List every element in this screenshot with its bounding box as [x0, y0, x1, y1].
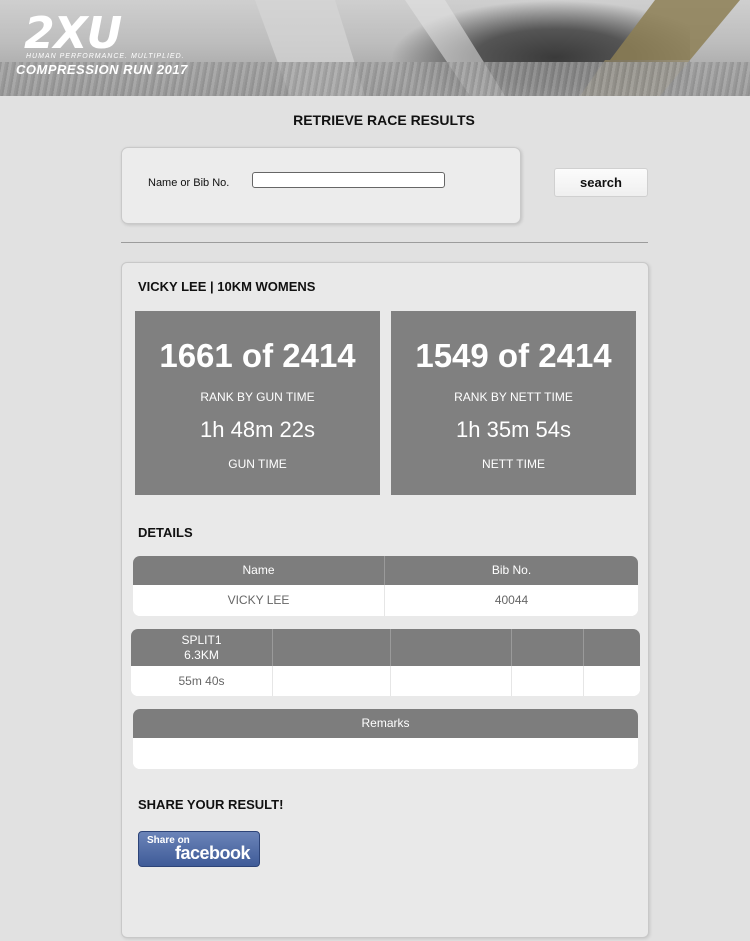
- split-header-empty: [273, 629, 391, 666]
- cell-name: VICKY LEE: [133, 585, 385, 616]
- divider: [121, 242, 648, 243]
- split-time-empty: [584, 666, 640, 696]
- share-heading: SHARE YOUR RESULT!: [138, 797, 284, 812]
- search-input[interactable]: [252, 172, 445, 188]
- split-distance: 6.3KM: [184, 648, 219, 662]
- nett-rank: 1549 of 2414: [415, 337, 612, 374]
- brand-logo[interactable]: 2XU: [24, 12, 122, 56]
- details-table: Name Bib No. VICKY LEE 40044: [133, 556, 638, 616]
- column-header-bib: Bib No.: [491, 563, 532, 577]
- split-name: SPLIT1: [181, 633, 222, 647]
- event-name: COMPRESSION RUN 2017: [16, 62, 188, 77]
- brand-tagline: HUMAN PERFORMANCE. MULTIPLIED.: [26, 53, 185, 60]
- gun-rank: 1661 of 2414: [159, 337, 356, 374]
- search-panel: Name or Bib No.: [121, 147, 521, 224]
- table-row: VICKY LEE 40044: [133, 585, 638, 616]
- search-label: Name or Bib No.: [148, 177, 230, 189]
- split-header-empty: [512, 629, 584, 666]
- search-button[interactable]: search: [554, 168, 648, 197]
- gun-time-box: 1661 of 2414 RANK BY GUN TIME 1h 48m 22s…: [135, 311, 380, 495]
- runner-heading: VICKY LEE | 10KM WOMENS: [138, 279, 316, 294]
- split-time-empty: [512, 666, 584, 696]
- table-header-row: Remarks: [133, 709, 638, 738]
- table-header-row: Name Bib No.: [133, 556, 638, 585]
- table-row: [133, 738, 638, 769]
- nett-time-label: NETT TIME: [482, 457, 545, 471]
- hero-banner: 2XU HUMAN PERFORMANCE. MULTIPLIED. COMPR…: [0, 0, 750, 96]
- table-header-row: SPLIT1 6.3KM: [131, 629, 640, 666]
- facebook-share-button[interactable]: Share on facebook: [138, 831, 260, 867]
- nett-time-box: 1549 of 2414 RANK BY NETT TIME 1h 35m 54…: [391, 311, 636, 495]
- remarks-header: Remarks: [361, 716, 410, 730]
- cell-bib: 40044: [494, 593, 529, 607]
- nett-rank-label: RANK BY NETT TIME: [454, 390, 573, 404]
- column-header-name: Name: [133, 556, 385, 585]
- remarks-table: Remarks: [133, 709, 638, 769]
- gun-time: 1h 48m 22s: [200, 417, 315, 442]
- split-time: 55m 40s: [131, 666, 273, 696]
- gun-rank-label: RANK BY GUN TIME: [200, 390, 315, 404]
- split-time-empty: [391, 666, 512, 696]
- split-header-empty: [391, 629, 512, 666]
- gun-time-label: GUN TIME: [228, 457, 287, 471]
- details-heading: DETAILS: [138, 525, 193, 540]
- splits-table: SPLIT1 6.3KM 55m 40s: [131, 629, 640, 696]
- table-row: 55m 40s: [131, 666, 640, 696]
- nett-time: 1h 35m 54s: [456, 417, 571, 442]
- split-time-empty: [273, 666, 391, 696]
- split-header: SPLIT1 6.3KM: [131, 629, 273, 666]
- split-header-empty: [584, 629, 640, 666]
- remarks-value: [133, 738, 638, 769]
- page-title: RETRIEVE RACE RESULTS: [293, 112, 475, 128]
- result-card: VICKY LEE | 10KM WOMENS 1661 of 2414 RAN…: [121, 262, 649, 938]
- facebook-logo-text: facebook: [175, 843, 251, 863]
